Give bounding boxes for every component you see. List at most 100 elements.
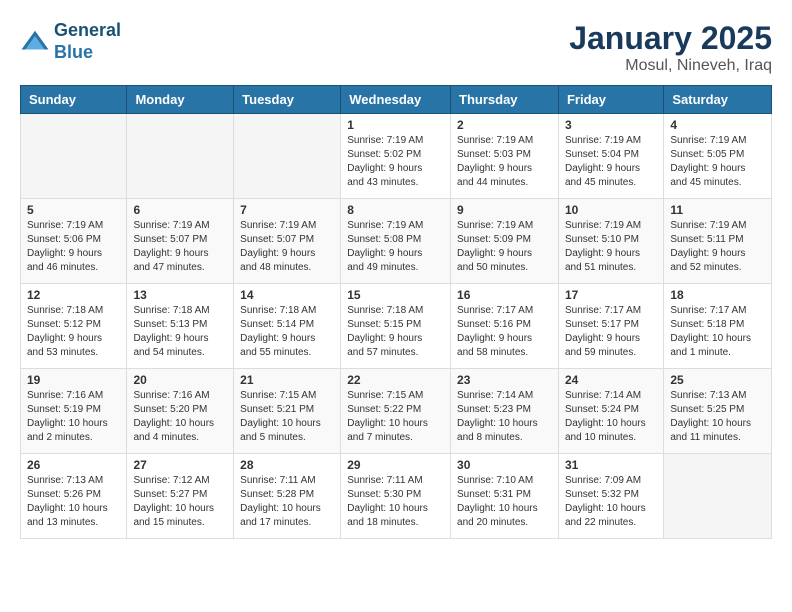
calendar-cell: 28 Sunrise: 7:11 AM Sunset: 5:28 PM Dayli…	[234, 454, 341, 539]
day-info: Sunrise: 7:17 AM Sunset: 5:17 PM Dayligh…	[565, 304, 657, 360]
calendar-cell: 30 Sunrise: 7:10 AM Sunset: 5:31 PM Dayli…	[451, 454, 559, 539]
day-info: Sunrise: 7:11 AM Sunset: 5:30 PM Dayligh…	[347, 474, 444, 530]
calendar-table: SundayMondayTuesdayWednesdayThursdayFrid…	[20, 85, 772, 539]
calendar-cell: 25Sunrise: 7:13 AM Sunset: 5:25 PM Dayli…	[664, 369, 772, 454]
calendar-cell: 26Sunrise: 7:13 AM Sunset: 5:26 PM Dayli…	[21, 454, 127, 539]
weekday-header-wednesday: Wednesday	[341, 86, 451, 114]
day-number: 4	[670, 118, 765, 132]
day-number: 29	[347, 458, 444, 472]
calendar-cell: 22Sunrise: 7:15 AM Sunset: 5:22 PM Dayli…	[341, 369, 451, 454]
calendar-cell: 19Sunrise: 7:16 AM Sunset: 5:19 PM Dayli…	[21, 369, 127, 454]
location: Mosul, Nineveh, Iraq	[569, 57, 772, 75]
day-number: 3	[565, 118, 657, 132]
day-info: Sunrise: 7:13 AM Sunset: 5:26 PM Dayligh…	[27, 474, 120, 530]
day-info: Sunrise: 7:19 AM Sunset: 5:10 PM Dayligh…	[565, 219, 657, 275]
day-info: Sunrise: 7:19 AM Sunset: 5:07 PM Dayligh…	[133, 219, 227, 275]
day-info: Sunrise: 7:18 AM Sunset: 5:12 PM Dayligh…	[27, 304, 120, 360]
day-number: 28	[240, 458, 334, 472]
calendar-cell: 21Sunrise: 7:15 AM Sunset: 5:21 PM Dayli…	[234, 369, 341, 454]
calendar-cell: 10 Sunrise: 7:19 AM Sunset: 5:10 PM Dayli…	[558, 199, 663, 284]
day-info: Sunrise: 7:16 AM Sunset: 5:20 PM Dayligh…	[133, 389, 227, 445]
day-number: 19	[27, 373, 120, 387]
day-number: 18	[670, 288, 765, 302]
weekday-header-sunday: Sunday	[21, 86, 127, 114]
calendar-cell: 12Sunrise: 7:18 AM Sunset: 5:12 PM Dayli…	[21, 284, 127, 369]
day-info: Sunrise: 7:14 AM Sunset: 5:23 PM Dayligh…	[457, 389, 552, 445]
day-number: 2	[457, 118, 552, 132]
calendar-cell: 5Sunrise: 7:19 AM Sunset: 5:06 PM Daylig…	[21, 199, 127, 284]
calendar-cell: 27 Sunrise: 7:12 AM Sunset: 5:27 PM Dayli…	[127, 454, 234, 539]
day-number: 17	[565, 288, 657, 302]
day-number: 9	[457, 203, 552, 217]
calendar-cell: 14Sunrise: 7:18 AM Sunset: 5:14 PM Dayli…	[234, 284, 341, 369]
day-number: 20	[133, 373, 227, 387]
calendar-cell	[21, 114, 127, 199]
logo-blue: Blue	[54, 42, 93, 62]
week-row-1: 1 Sunrise: 7:19 AM Sunset: 5:02 PM Daylig…	[21, 114, 772, 199]
day-info: Sunrise: 7:09 AM Sunset: 5:32 PM Dayligh…	[565, 474, 657, 530]
day-number: 27	[133, 458, 227, 472]
day-info: Sunrise: 7:10 AM Sunset: 5:31 PM Dayligh…	[457, 474, 552, 530]
day-info: Sunrise: 7:19 AM Sunset: 5:08 PM Dayligh…	[347, 219, 444, 275]
day-info: Sunrise: 7:15 AM Sunset: 5:21 PM Dayligh…	[240, 389, 334, 445]
calendar-cell: 29 Sunrise: 7:11 AM Sunset: 5:30 PM Dayli…	[341, 454, 451, 539]
calendar-cell: 17 Sunrise: 7:17 AM Sunset: 5:17 PM Dayli…	[558, 284, 663, 369]
page-header: General Blue January 2025 Mosul, Nineveh…	[20, 20, 772, 75]
day-info: Sunrise: 7:19 AM Sunset: 5:11 PM Dayligh…	[670, 219, 765, 275]
day-number: 31	[565, 458, 657, 472]
calendar-cell: 4 Sunrise: 7:19 AM Sunset: 5:05 PM Daylig…	[664, 114, 772, 199]
calendar-cell: 18 Sunrise: 7:17 AM Sunset: 5:18 PM Dayli…	[664, 284, 772, 369]
day-info: Sunrise: 7:19 AM Sunset: 5:04 PM Dayligh…	[565, 134, 657, 190]
calendar-cell: 20 Sunrise: 7:16 AM Sunset: 5:20 PM Dayli…	[127, 369, 234, 454]
weekday-header-thursday: Thursday	[451, 86, 559, 114]
weekday-header-row: SundayMondayTuesdayWednesdayThursdayFrid…	[21, 86, 772, 114]
calendar-cell: 13 Sunrise: 7:18 AM Sunset: 5:13 PM Dayli…	[127, 284, 234, 369]
weekday-header-tuesday: Tuesday	[234, 86, 341, 114]
calendar-cell: 24Sunrise: 7:14 AM Sunset: 5:24 PM Dayli…	[558, 369, 663, 454]
weekday-header-friday: Friday	[558, 86, 663, 114]
calendar-cell: 15 Sunrise: 7:18 AM Sunset: 5:15 PM Dayli…	[341, 284, 451, 369]
day-info: Sunrise: 7:17 AM Sunset: 5:18 PM Dayligh…	[670, 304, 765, 360]
day-info: Sunrise: 7:19 AM Sunset: 5:07 PM Dayligh…	[240, 219, 334, 275]
day-number: 5	[27, 203, 120, 217]
calendar-cell: 8 Sunrise: 7:19 AM Sunset: 5:08 PM Daylig…	[341, 199, 451, 284]
calendar-cell: 7Sunrise: 7:19 AM Sunset: 5:07 PM Daylig…	[234, 199, 341, 284]
day-number: 22	[347, 373, 444, 387]
day-number: 23	[457, 373, 552, 387]
day-info: Sunrise: 7:19 AM Sunset: 5:03 PM Dayligh…	[457, 134, 552, 190]
calendar-cell: 31 Sunrise: 7:09 AM Sunset: 5:32 PM Dayli…	[558, 454, 663, 539]
day-number: 8	[347, 203, 444, 217]
day-info: Sunrise: 7:14 AM Sunset: 5:24 PM Dayligh…	[565, 389, 657, 445]
day-number: 10	[565, 203, 657, 217]
day-info: Sunrise: 7:12 AM Sunset: 5:27 PM Dayligh…	[133, 474, 227, 530]
week-row-2: 5Sunrise: 7:19 AM Sunset: 5:06 PM Daylig…	[21, 199, 772, 284]
day-number: 6	[133, 203, 227, 217]
logo-text: General Blue	[54, 20, 121, 63]
week-row-3: 12Sunrise: 7:18 AM Sunset: 5:12 PM Dayli…	[21, 284, 772, 369]
day-number: 15	[347, 288, 444, 302]
day-number: 13	[133, 288, 227, 302]
week-row-4: 19Sunrise: 7:16 AM Sunset: 5:19 PM Dayli…	[21, 369, 772, 454]
week-row-5: 26Sunrise: 7:13 AM Sunset: 5:26 PM Dayli…	[21, 454, 772, 539]
day-number: 11	[670, 203, 765, 217]
calendar-cell: 1 Sunrise: 7:19 AM Sunset: 5:02 PM Daylig…	[341, 114, 451, 199]
calendar-cell	[664, 454, 772, 539]
day-number: 30	[457, 458, 552, 472]
calendar-cell: 2 Sunrise: 7:19 AM Sunset: 5:03 PM Daylig…	[451, 114, 559, 199]
month-title: January 2025	[569, 20, 772, 57]
title-block: January 2025 Mosul, Nineveh, Iraq	[569, 20, 772, 75]
calendar-cell: 6 Sunrise: 7:19 AM Sunset: 5:07 PM Daylig…	[127, 199, 234, 284]
day-info: Sunrise: 7:19 AM Sunset: 5:02 PM Dayligh…	[347, 134, 444, 190]
day-info: Sunrise: 7:18 AM Sunset: 5:13 PM Dayligh…	[133, 304, 227, 360]
day-info: Sunrise: 7:17 AM Sunset: 5:16 PM Dayligh…	[457, 304, 552, 360]
day-info: Sunrise: 7:18 AM Sunset: 5:15 PM Dayligh…	[347, 304, 444, 360]
calendar-cell: 11 Sunrise: 7:19 AM Sunset: 5:11 PM Dayli…	[664, 199, 772, 284]
day-info: Sunrise: 7:19 AM Sunset: 5:05 PM Dayligh…	[670, 134, 765, 190]
calendar-cell: 23 Sunrise: 7:14 AM Sunset: 5:23 PM Dayli…	[451, 369, 559, 454]
day-info: Sunrise: 7:19 AM Sunset: 5:09 PM Dayligh…	[457, 219, 552, 275]
day-number: 1	[347, 118, 444, 132]
day-info: Sunrise: 7:11 AM Sunset: 5:28 PM Dayligh…	[240, 474, 334, 530]
day-number: 14	[240, 288, 334, 302]
calendar-cell	[234, 114, 341, 199]
logo: General Blue	[20, 20, 121, 63]
